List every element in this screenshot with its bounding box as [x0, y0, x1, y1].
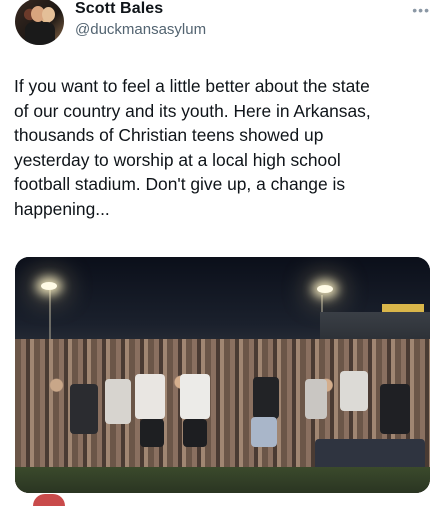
person-figure	[180, 374, 210, 419]
person-figure	[305, 379, 327, 419]
avatar-face-icon	[42, 7, 55, 22]
avatar-body-icon	[25, 22, 55, 45]
light-pole	[49, 290, 51, 345]
person-figure	[183, 419, 207, 447]
person-figure	[380, 384, 410, 434]
tweet-media-photo[interactable]	[15, 257, 430, 493]
tweet-header: Scott Bales @duckmansasylum •••	[0, 0, 444, 52]
tweet-line: of our country and its youth. Here in Ar…	[14, 100, 371, 121]
person-figure	[251, 417, 277, 447]
author-handle[interactable]: @duckmansasylum	[75, 21, 206, 38]
tweet-line: football stadium. Don't give up, a chang…	[14, 174, 346, 194]
person-figure	[135, 374, 165, 419]
person-figure	[70, 384, 98, 434]
field-ground	[15, 467, 430, 493]
stadium-light-icon	[41, 282, 57, 290]
stadium-light-icon	[317, 285, 333, 293]
more-options-icon[interactable]: •••	[412, 2, 430, 18]
tweet-line: thousands of Christian teens showed up	[14, 125, 324, 145]
crowd	[15, 339, 430, 493]
tweet-line: If you want to feel a little better abou…	[14, 76, 370, 96]
avatar[interactable]	[15, 0, 64, 45]
person-figure	[253, 377, 279, 419]
bleachers	[320, 312, 430, 342]
tweet-line: happening...	[14, 198, 110, 219]
next-tweet-avatar	[33, 494, 65, 506]
person-figure	[140, 419, 164, 447]
author-name[interactable]: Scott Bales	[75, 0, 163, 18]
tweet-text: If you want to feel a little better abou…	[14, 74, 434, 221]
person-figure	[340, 371, 368, 411]
person-figure	[105, 379, 131, 424]
tweet-line: yesterday to worship at a local high sch…	[14, 149, 341, 170]
